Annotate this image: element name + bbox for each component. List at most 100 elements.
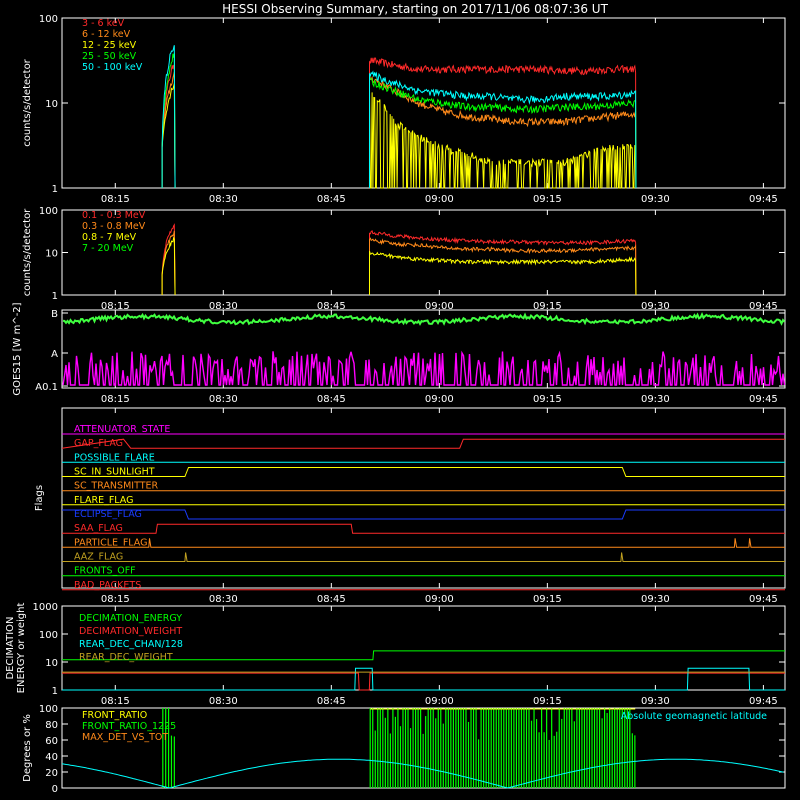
lo-xtick-label: 09:15 bbox=[533, 194, 562, 205]
lo-xtick-label: 08:45 bbox=[317, 194, 346, 205]
dec-xtick-label: 09:00 bbox=[425, 696, 454, 707]
ratio-legend-entry: MAX_DET_VS_TOT bbox=[82, 732, 168, 743]
goes-ytick-label: A bbox=[51, 349, 58, 360]
hi-ytick-label: 10 bbox=[45, 249, 58, 260]
flags-flag-label: FRONTS_OFF bbox=[74, 566, 136, 577]
dec-xtick-label: 09:15 bbox=[533, 696, 562, 707]
flags-flag-line bbox=[62, 552, 785, 562]
flags-flag-line bbox=[62, 509, 785, 520]
lo-ytick-label: 10 bbox=[45, 99, 58, 110]
goes-xtick-label: 09:00 bbox=[425, 394, 454, 405]
dec-xtick-label: 09:45 bbox=[749, 696, 778, 707]
goes-series-0-line bbox=[62, 312, 786, 326]
flags-flag-label: PARTICLE_FLAG bbox=[74, 537, 147, 548]
hi-ytick-label: 100 bbox=[39, 206, 58, 217]
flags-ylabel: Flags bbox=[34, 485, 45, 511]
dec-series-1-line bbox=[62, 672, 785, 691]
flags-flag-label: ATTENUATOR_STATE bbox=[74, 424, 170, 435]
flags-flag-line bbox=[61, 438, 785, 449]
dec-ytick-label: 10 bbox=[45, 658, 58, 669]
lo-xtick-label: 08:30 bbox=[209, 194, 238, 205]
flags-xtick-label: 09:15 bbox=[533, 594, 562, 605]
dec-xtick-label: 08:15 bbox=[101, 696, 130, 707]
lo-xtick-label: 09:00 bbox=[425, 194, 454, 205]
flags-flag-label: SAA_FLAG bbox=[74, 523, 123, 534]
dec-ytick-label: 1 bbox=[52, 686, 58, 697]
ratio-annotation: Absolute geomagnetic latitude bbox=[621, 711, 767, 722]
dec-legend-entry: DECIMATION_ENERGY bbox=[79, 613, 182, 624]
hessi-summary-figure: HESSI Observing Summary, starting on 201… bbox=[5, 2, 786, 795]
flags-flag-label: SC_TRANSMITTER bbox=[74, 481, 159, 492]
flags-flag-label: AAZ_FLAG bbox=[74, 552, 123, 563]
flags-flag-line bbox=[62, 467, 785, 477]
lo-legend-entry: 3 - 6 keV bbox=[82, 18, 125, 29]
lo-legend-entry: 12 - 25 keV bbox=[82, 40, 137, 51]
goes-xtick-label: 09:15 bbox=[533, 394, 562, 405]
flags-xtick-label: 09:45 bbox=[749, 594, 778, 605]
goes-xtick-label: 08:45 bbox=[317, 394, 346, 405]
flags-flag-label: BAD_PACKETS bbox=[74, 580, 141, 591]
dec-legend-entry: DECIMATION_WEIGHT bbox=[79, 626, 182, 637]
dec-ylabel-line1: DECIMATION bbox=[5, 616, 16, 679]
lo-legend-entry: 50 - 100 keV bbox=[82, 62, 143, 73]
chart-title: HESSI Observing Summary, starting on 201… bbox=[222, 2, 608, 16]
hi-legend-entry: 0.1 - 0.3 MeV bbox=[82, 210, 146, 221]
ratio-ytick-label: 100 bbox=[39, 704, 58, 715]
goes-xtick-label: 09:30 bbox=[641, 394, 670, 405]
flags-xtick-label: 08:15 bbox=[101, 594, 130, 605]
ratio-ytick-label: 40 bbox=[45, 752, 58, 763]
goes-xtick-label: 08:30 bbox=[209, 394, 238, 405]
ratio-ytick-label: 0 bbox=[52, 784, 58, 795]
flags-flag-label: POSSIBLE_FLARE bbox=[74, 452, 155, 463]
flags-flag-line bbox=[62, 523, 785, 534]
goes-ytick-label: A0.1 bbox=[35, 382, 58, 393]
lo-legend-entry: 25 - 50 keV bbox=[82, 51, 137, 62]
hi-ylabel: counts/s/detector bbox=[22, 208, 33, 296]
flags-flag-label: SC_IN_SUNLIGHT bbox=[74, 467, 155, 478]
flags-flag-label: FLARE_FLAG bbox=[74, 495, 134, 506]
flags-flag-line bbox=[62, 538, 785, 548]
dec-series-2-line bbox=[62, 667, 785, 691]
dec-legend-entry: REAR_DEC_CHAN/128 bbox=[79, 639, 183, 650]
hi-axes-frame bbox=[61, 209, 786, 296]
ratio-ytick-label: 60 bbox=[45, 736, 58, 747]
goes-xtick-label: 09:45 bbox=[749, 394, 778, 405]
ratio-legend-entry: FRONT_RATIO bbox=[82, 710, 147, 721]
lo-xtick-label: 08:15 bbox=[101, 194, 130, 205]
flags-flag-label: ECLIPSE_FLAG bbox=[74, 509, 142, 520]
lo-ytick-label: 1 bbox=[52, 184, 58, 195]
lo-ylabel: counts/s/detector bbox=[22, 58, 33, 146]
lo-legend-entry: 6 - 12 keV bbox=[82, 29, 131, 40]
ratio-ytick-label: 80 bbox=[45, 720, 58, 731]
goes-ytick-label: B bbox=[51, 309, 58, 320]
dec-ylabel-line2: ENERGY or weight bbox=[16, 603, 27, 694]
hi-series-2-burst bbox=[161, 236, 176, 296]
lo-xtick-label: 09:30 bbox=[641, 194, 670, 205]
flags-xtick-label: 09:30 bbox=[641, 594, 670, 605]
lo-ytick-label: 100 bbox=[39, 14, 58, 25]
hi-series-1-line bbox=[368, 237, 637, 296]
hi-legend-entry: 0.3 - 0.8 MeV bbox=[82, 221, 146, 232]
dec-legend-entry: REAR_DEC_WEIGHT bbox=[79, 652, 173, 663]
ratio-ytick-label: 20 bbox=[45, 768, 58, 779]
lo-series-2-line bbox=[368, 90, 637, 189]
ratio-legend-entry: FRONT_RATIO_1225 bbox=[82, 721, 176, 732]
hi-legend-entry: 0.8 - 7 MeV bbox=[82, 232, 137, 243]
dec-xtick-label: 08:45 bbox=[317, 696, 346, 707]
hi-ytick-label: 1 bbox=[52, 291, 58, 302]
hi-series-2-line bbox=[368, 250, 637, 296]
flags-flag-label: GAP_FLAG bbox=[74, 438, 123, 449]
dec-xtick-label: 08:30 bbox=[209, 696, 238, 707]
flags-xtick-label: 08:45 bbox=[317, 594, 346, 605]
goes-ylabel: GOES15 [W m^-2] bbox=[12, 302, 23, 395]
goes-series-1-line bbox=[62, 350, 786, 386]
flags-xtick-label: 08:30 bbox=[209, 594, 238, 605]
dec-ytick-label: 1000 bbox=[33, 602, 58, 613]
flags-xtick-label: 09:00 bbox=[425, 594, 454, 605]
dec-xtick-label: 09:30 bbox=[641, 696, 670, 707]
ratio-ylabel: Degrees or % bbox=[22, 714, 33, 782]
hi-legend-entry: 7 - 20 MeV bbox=[82, 243, 134, 254]
goes-xtick-label: 08:15 bbox=[101, 394, 130, 405]
lo-xtick-label: 09:45 bbox=[749, 194, 778, 205]
dec-ytick-label: 100 bbox=[39, 630, 58, 641]
